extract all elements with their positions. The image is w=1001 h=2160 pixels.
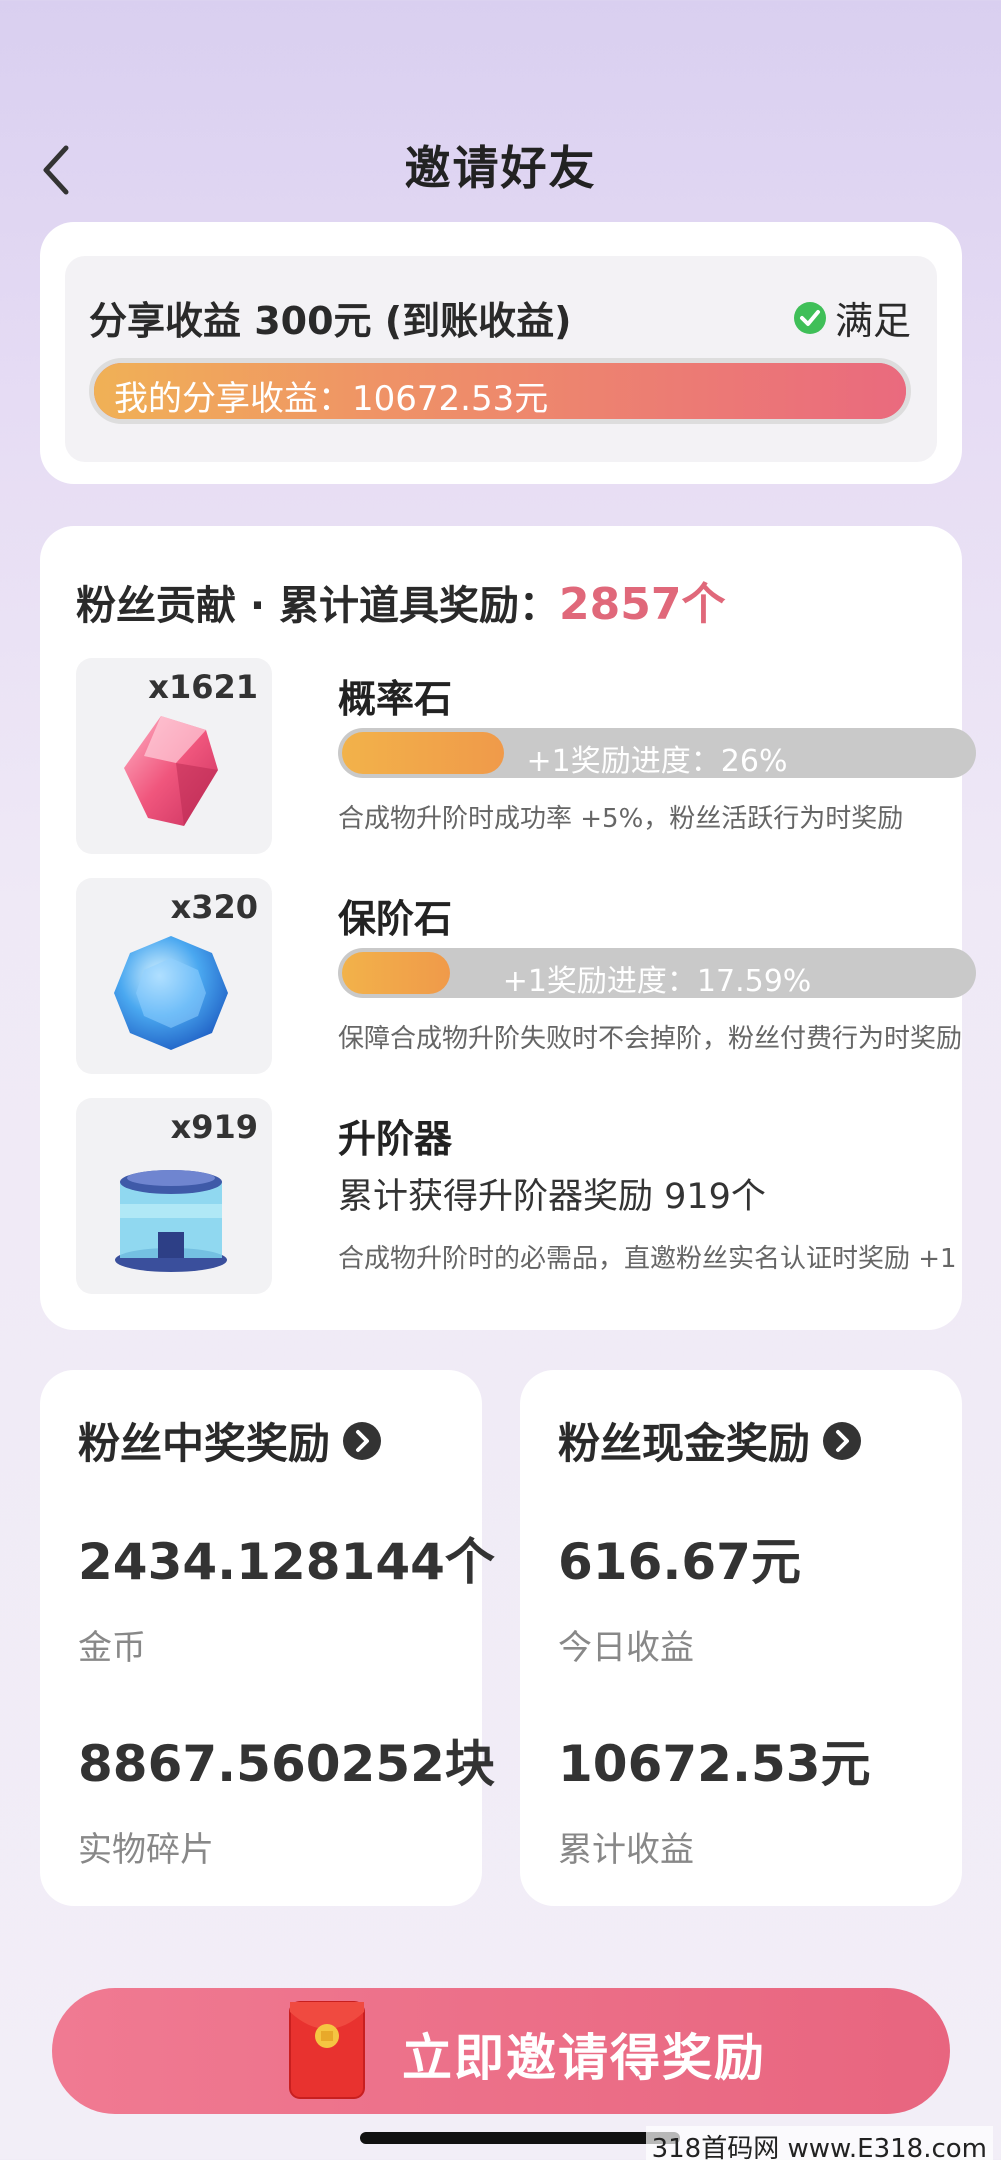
coin-value: 2434.128144个 [78, 1533, 495, 1591]
total-earnings-value: 10672.53元 [558, 1735, 871, 1793]
home-indicator [360, 2132, 680, 2144]
item-name: 升阶器 [338, 1117, 453, 1161]
item-thumbnail: x320 [76, 878, 272, 1074]
watermark: 318首码网 www.E318.com [645, 2126, 993, 2160]
today-earnings-value: 616.67元 [558, 1533, 801, 1591]
page-title: 邀请好友 [404, 141, 597, 195]
share-earnings-bar-label: 我的分享收益：10672.53元 [114, 379, 549, 419]
item-count: x1621 [148, 668, 258, 706]
check-circle-icon [793, 301, 826, 334]
fan-cash-title-label: 粉丝现金奖励 [558, 1419, 811, 1468]
total-earnings-label: 累计收益 [558, 1830, 694, 1870]
fans-contribution-title: 粉丝贡献 · 累计道具奖励：2857个 [76, 568, 726, 632]
item-count: x919 [170, 1108, 258, 1146]
red-envelope-icon [289, 2001, 365, 2099]
share-status-label: 满足 [834, 299, 911, 343]
item-progress-bar: +1奖励进度：17.59% [338, 948, 976, 998]
item-count: x320 [170, 888, 258, 926]
arrow-right-circle-icon[interactable] [342, 1421, 382, 1461]
item-thumbnail: x919 [76, 1098, 272, 1294]
reward-item-upgrader: x919 升阶器 累计获得升阶器奖励 919个 合成物升阶时的必需品，直邀粉丝实… [76, 1098, 957, 1294]
fans-contribution-card: 粉丝贡献 · 累计道具奖励：2857个 x1621 概率石 +1奖励进度：26%… [40, 526, 976, 1330]
item-summary: 累计获得升阶器奖励 919个 [338, 1177, 766, 1217]
item-description: 合成物升阶时的必需品，直邀粉丝实名认证时奖励 +1 [338, 1244, 957, 1274]
today-earnings-label: 今日收益 [558, 1628, 694, 1668]
share-earnings-panel: 分享收益 300元 (到账收益) 满足 我的分享收益：10672.53元 [65, 256, 937, 462]
fan-cash-title[interactable]: 粉丝现金奖励 [558, 1410, 862, 1471]
item-progress-label: +1奖励进度：26% [526, 744, 788, 778]
fans-contribution-label: 粉丝贡献 · 累计道具奖励： [76, 583, 560, 629]
item-name: 保阶石 [338, 897, 453, 941]
reward-item-protection-stone: x320 保阶石 +1奖励进度：17.59% 保障合成物升阶失败时不会掉阶，粉丝… [76, 878, 976, 1074]
share-status: 满足 [793, 290, 911, 345]
fan-prize-card[interactable]: 粉丝中奖奖励 2434.128144个 金币 8867.560252块 实物碎片 [40, 1370, 495, 1906]
item-progress-label: +1奖励进度：17.59% [502, 964, 812, 998]
invite-reward-button-label: 立即邀请得奖励 [402, 2029, 766, 2087]
fan-prize-title[interactable]: 粉丝中奖奖励 [78, 1410, 382, 1471]
item-name: 概率石 [338, 677, 453, 721]
fan-prize-title-label: 粉丝中奖奖励 [78, 1419, 331, 1468]
item-progress-bar: +1奖励进度：26% [338, 728, 976, 778]
fragment-value: 8867.560252块 [78, 1735, 495, 1793]
pink-gem-icon [124, 716, 218, 826]
blue-gem-icon [114, 936, 228, 1050]
item-description: 保障合成物升阶失败时不会掉阶，粉丝付费行为时奖励 [338, 1024, 963, 1054]
top-bar: 邀请好友 [0, 0, 1001, 230]
fragment-label: 实物碎片 [78, 1830, 214, 1870]
fan-cash-card[interactable]: 粉丝现金奖励 616.67元 今日收益 10672.53元 累计收益 [520, 1370, 962, 1906]
upgrader-icon [115, 1170, 227, 1272]
invite-reward-button[interactable]: 立即邀请得奖励 [52, 1988, 950, 2114]
arrow-right-circle-icon[interactable] [822, 1421, 862, 1461]
share-earnings-title: 分享收益 300元 (到账收益) [89, 299, 572, 343]
item-thumbnail: x1621 [76, 658, 272, 854]
item-description: 合成物升阶时成功率 +5%，粉丝活跃行为时奖励 [338, 804, 904, 834]
reward-item-probability-stone: x1621 概率石 +1奖励进度：26% 合成物升阶时成功率 +5%，粉丝活跃行… [76, 658, 976, 854]
fans-contribution-total: 2857个 [559, 579, 726, 630]
share-earnings-card: 分享收益 300元 (到账收益) 满足 我的分享收益：10672.53元 [40, 222, 962, 484]
share-earnings-bar: 我的分享收益：10672.53元 [89, 358, 911, 424]
coin-label: 金币 [78, 1628, 146, 1668]
